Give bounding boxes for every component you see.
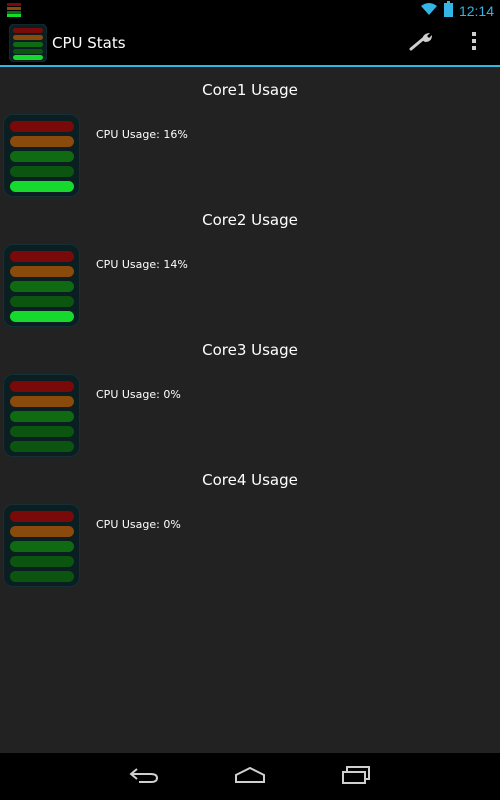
home-icon — [234, 766, 266, 787]
back-icon — [129, 766, 159, 788]
wifi-icon — [420, 1, 438, 20]
status-right-group: 12:14 — [420, 0, 494, 21]
overflow-menu-icon — [471, 32, 477, 54]
core-title: Core3 Usage — [202, 341, 298, 359]
core-usage-text: CPU Usage: 0% — [96, 518, 181, 531]
core-section-3: Core3 Usage CPU Usage: 0% — [0, 327, 500, 457]
app-logo-icon[interactable] — [8, 23, 48, 63]
core-usage-text: CPU Usage: 0% — [96, 388, 181, 401]
core-section-1: Core1 Usage CPU Usage: 16% — [0, 67, 500, 197]
cpu-meter-icon — [3, 374, 80, 457]
cpu-meter-icon — [3, 244, 80, 327]
core-title: Core2 Usage — [202, 211, 298, 229]
core-title: Core1 Usage — [202, 81, 298, 99]
back-button[interactable] — [114, 753, 174, 800]
action-bar: CPU Stats — [0, 21, 500, 67]
core-section-2: Core2 Usage CPU Usage: 14% — [0, 197, 500, 327]
core-title: Core4 Usage — [202, 471, 298, 489]
settings-button[interactable] — [400, 21, 444, 65]
recent-apps-icon — [341, 765, 371, 788]
cpu-meter-icon — [3, 504, 80, 587]
core-usage-text: CPU Usage: 14% — [96, 258, 188, 271]
core-usage-text: CPU Usage: 16% — [96, 128, 188, 141]
status-clock: 12:14 — [458, 2, 494, 19]
wrench-icon — [409, 30, 435, 56]
app-title: CPU Stats — [52, 34, 126, 52]
battery-icon — [443, 0, 453, 21]
app-notification-icon — [7, 3, 21, 17]
recent-apps-button[interactable] — [326, 753, 386, 800]
cpu-meter-icon — [3, 114, 80, 197]
navigation-bar — [0, 753, 500, 800]
home-button[interactable] — [220, 753, 280, 800]
status-bar: 12:14 — [0, 0, 500, 21]
core-list: Core1 Usage CPU Usage: 16% Core2 Usage C… — [0, 67, 500, 753]
overflow-menu-button[interactable] — [452, 21, 496, 65]
core-section-4: Core4 Usage CPU Usage: 0% — [0, 457, 500, 587]
